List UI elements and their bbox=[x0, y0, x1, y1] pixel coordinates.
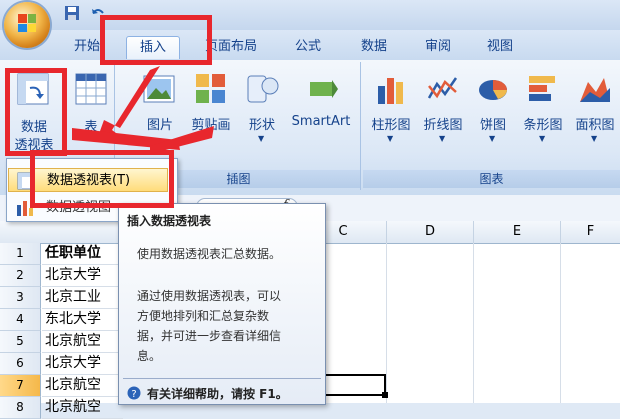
office-button[interactable] bbox=[4, 2, 50, 48]
highlight-arrows bbox=[72, 66, 214, 154]
office-logo-icon bbox=[18, 14, 36, 32]
